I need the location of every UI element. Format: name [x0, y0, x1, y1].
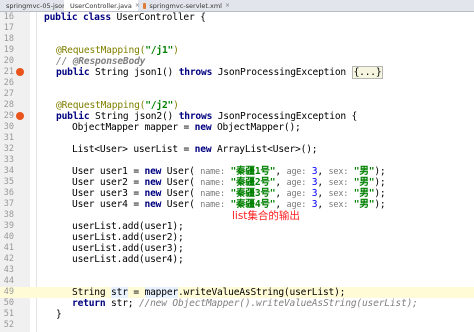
line-number: 34: [3, 166, 14, 176]
tab-project[interactable]: springmvc-05-json: [0, 0, 66, 11]
code-line[interactable]: 40 userList.add(user2);: [0, 232, 474, 243]
code-text[interactable]: userList.add(user4);: [72, 254, 184, 265]
code-line[interactable]: 44: [0, 276, 474, 287]
code-line[interactable]: 36 User user3 = new User( name: "秦疆3号", …: [0, 188, 474, 199]
line-number: 40: [3, 232, 14, 242]
xml-file-icon: [143, 2, 147, 9]
line-number: 35: [3, 177, 14, 187]
code-line[interactable]: 35 User user2 = new User( name: "秦疆2号", …: [0, 177, 474, 188]
close-icon[interactable]: ×: [225, 2, 230, 9]
code-text[interactable]: userList.add(user2);: [72, 232, 184, 243]
editor-tab-bar: springmvc-05-json UserController.java × …: [0, 0, 474, 12]
line-number: 30: [3, 122, 14, 132]
code-text[interactable]: public class UserController {: [44, 12, 206, 23]
code-text[interactable]: @RequestMapping("/j1"): [56, 45, 179, 56]
tab-label: UserController.java: [70, 1, 132, 10]
line-number: 39: [3, 221, 14, 231]
code-line[interactable]: 19 @RequestMapping("/j1"): [0, 45, 474, 56]
line-number: 16: [3, 12, 14, 22]
line-number: 51: [3, 309, 14, 319]
code-line[interactable]: 52: [0, 320, 474, 331]
code-text[interactable]: ObjectMapper mapper = new ObjectMapper()…: [72, 122, 301, 133]
line-number: 44: [3, 276, 14, 286]
code-line[interactable]: 50 return str; //new ObjectMapper().writ…: [0, 298, 474, 309]
code-line[interactable]: 29 public String json2() throws JsonProc…: [0, 111, 474, 122]
code-line[interactable]: 16 public class UserController {: [0, 12, 474, 23]
line-number: 28: [3, 100, 14, 110]
code-line[interactable]: 26: [0, 78, 474, 89]
line-number: 37: [3, 199, 14, 209]
code-text[interactable]: String str = mapper.writeValueAsString(u…: [72, 287, 345, 298]
line-number: 18: [3, 34, 14, 44]
line-number: 17: [3, 23, 14, 33]
code-text[interactable]: }: [56, 309, 62, 320]
line-number: 21: [3, 67, 14, 77]
line-number: 33: [3, 155, 14, 165]
annotation-label: list集合的输出: [232, 210, 300, 222]
line-number: 43: [3, 265, 14, 275]
code-text[interactable]: public String json1() throws JsonProcess…: [56, 66, 384, 79]
code-line[interactable]: 31: [0, 133, 474, 144]
code-text[interactable]: public String json2() throws JsonProcess…: [56, 111, 357, 122]
code-line[interactable]: 17: [0, 23, 474, 34]
line-number: 19: [3, 45, 14, 55]
code-line-current[interactable]: 49 String str = mapper.writeValueAsStrin…: [0, 287, 474, 298]
line-number: 49: [3, 287, 14, 297]
line-number: 38: [3, 210, 14, 220]
code-line[interactable]: 51 }: [0, 309, 474, 320]
method-icon: [16, 68, 24, 76]
code-line[interactable]: 28 @RequestMapping("/j2"): [0, 100, 474, 111]
line-number: 29: [3, 111, 14, 121]
line-number: 42: [3, 254, 14, 264]
line-number: 20: [3, 56, 14, 66]
code-line[interactable]: 18: [0, 34, 474, 45]
code-comment[interactable]: // @ResponseBody: [56, 56, 145, 67]
code-text[interactable]: @RequestMapping("/j2"): [56, 100, 179, 111]
code-text[interactable]: return str; //new ObjectMapper().writeVa…: [72, 298, 418, 309]
code-line[interactable]: 42 userList.add(user4);: [0, 254, 474, 265]
line-number: 31: [3, 133, 14, 143]
tab-label: springmvc-05-json: [6, 1, 67, 10]
code-line[interactable]: 20 // @ResponseBody: [0, 56, 474, 67]
code-text[interactable]: userList.add(user3);: [72, 243, 184, 254]
code-line[interactable]: 30 ObjectMapper mapper = new ObjectMappe…: [0, 122, 474, 133]
line-number: 27: [3, 89, 14, 99]
code-line[interactable]: 21 public String json1() throws JsonProc…: [0, 66, 474, 79]
code-line[interactable]: 43: [0, 265, 474, 276]
line-number: 41: [3, 243, 14, 253]
tab-label: springmvc-servlet.xml: [149, 1, 222, 10]
code-line[interactable]: 27: [0, 89, 474, 100]
code-line[interactable]: 41 userList.add(user3);: [0, 243, 474, 254]
code-line[interactable]: 33: [0, 155, 474, 166]
method-icon: [16, 112, 24, 120]
code-text[interactable]: List<User> userList = new ArrayList<User…: [72, 144, 318, 155]
code-text[interactable]: userList.add(user1);: [72, 221, 184, 232]
tab-servlet-xml[interactable]: springmvc-servlet.xml ×: [140, 0, 230, 11]
line-number: 36: [3, 188, 14, 198]
line-number: 50: [3, 298, 14, 308]
code-line[interactable]: 32 List<User> userList = new ArrayList<U…: [0, 144, 474, 155]
tab-usercontroller[interactable]: UserController.java ×: [64, 0, 140, 11]
line-number: 32: [3, 144, 14, 154]
line-number: 26: [3, 78, 14, 88]
line-number: 52: [3, 320, 14, 330]
code-line[interactable]: 34 User user1 = new User( name: "秦疆1号", …: [0, 166, 474, 177]
